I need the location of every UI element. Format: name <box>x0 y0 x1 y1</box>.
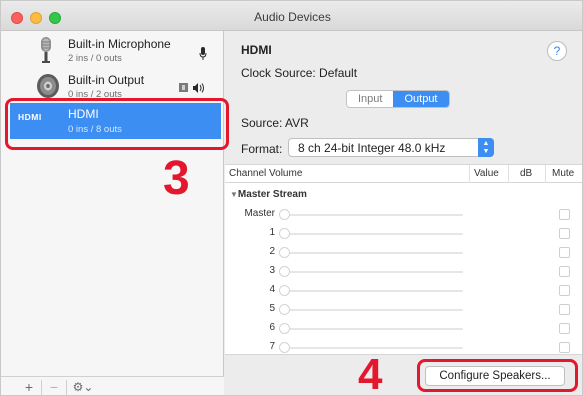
audio-devices-window: Audio Devices Built-in Microphone 2 ins … <box>0 0 583 396</box>
gear-menu-button[interactable]: ⚙︎⌄ <box>68 379 98 395</box>
device-detail-pane: HDMI ? Clock Source: Default Input Outpu… <box>225 31 582 395</box>
format-value: 8 ch 24-bit Integer 48.0 kHz <box>298 141 446 155</box>
column-value[interactable]: Value <box>474 168 499 179</box>
microphone-icon <box>41 37 51 63</box>
channel-label: 5 <box>269 303 275 314</box>
volume-slider-knob[interactable] <box>279 304 290 315</box>
channel-label: 1 <box>269 227 275 238</box>
speaker-icon <box>37 74 59 98</box>
toolbar-divider <box>66 380 67 395</box>
step-3-highlight <box>5 98 229 150</box>
table-header: Channel Volume Value dB Mute <box>225 165 582 183</box>
mute-checkbox[interactable] <box>559 285 570 296</box>
tab-input[interactable]: Input <box>347 91 394 107</box>
volume-slider-track[interactable] <box>285 233 463 235</box>
table-row: 7 <box>225 338 582 357</box>
mute-checkbox[interactable] <box>559 247 570 258</box>
step-4-highlight <box>417 359 578 392</box>
mute-checkbox[interactable] <box>559 342 570 353</box>
mute-checkbox[interactable] <box>559 209 570 220</box>
volume-slider-knob[interactable] <box>279 323 290 334</box>
add-device-button[interactable]: + <box>19 379 39 395</box>
volume-slider-track[interactable] <box>285 309 463 311</box>
column-divider <box>469 165 470 183</box>
step-3-label: 3 <box>163 152 190 205</box>
device-built-in-microphone[interactable]: Built-in Microphone 2 ins / 0 outs <box>1 33 224 67</box>
output-speaker-icon <box>179 83 204 93</box>
column-db[interactable]: dB <box>520 168 532 179</box>
chevron-up-down-icon: ▲ ▼ <box>478 138 494 157</box>
volume-slider-track[interactable] <box>285 252 463 254</box>
toolbar-divider <box>41 380 42 395</box>
channel-label: 4 <box>269 284 275 295</box>
volume-slider-knob[interactable] <box>279 342 290 353</box>
title-bar: Audio Devices <box>1 1 582 31</box>
device-list-toolbar: + − ⚙︎⌄ <box>1 376 224 395</box>
device-title: HDMI <box>241 43 272 57</box>
volume-slider-knob[interactable] <box>279 228 290 239</box>
tab-output[interactable]: Output <box>393 91 449 107</box>
channel-label: 6 <box>269 322 275 333</box>
volume-slider-track[interactable] <box>285 290 463 292</box>
column-channel-volume[interactable]: Channel Volume <box>229 168 302 179</box>
input-output-tabs: Input Output <box>346 90 450 108</box>
disclosure-triangle-icon[interactable]: ▼ <box>230 190 238 199</box>
format-label: Format: <box>241 142 283 156</box>
table-row: 1 <box>225 224 582 243</box>
clock-source: Clock Source: Default <box>241 66 358 80</box>
volume-slider-knob[interactable] <box>279 266 290 277</box>
volume-slider-knob[interactable] <box>279 285 290 296</box>
device-name: Built-in Microphone <box>68 37 171 51</box>
channel-label: 2 <box>269 246 275 257</box>
column-divider <box>508 165 509 183</box>
table-row: 4 <box>225 281 582 300</box>
column-divider <box>545 165 546 183</box>
format-select[interactable]: 8 ch 24-bit Integer 48.0 kHz ▲ ▼ <box>288 138 494 157</box>
mute-checkbox[interactable] <box>559 228 570 239</box>
volume-slider-knob[interactable] <box>279 209 290 220</box>
channel-label: 3 <box>269 265 275 276</box>
column-mute[interactable]: Mute <box>552 168 574 179</box>
volume-slider-track[interactable] <box>285 214 463 216</box>
volume-slider-knob[interactable] <box>279 247 290 258</box>
device-list: Built-in Microphone 2 ins / 0 outs Built… <box>1 31 224 395</box>
channel-volume-table: Channel Volume Value dB Mute ▼Master Str… <box>225 164 582 357</box>
window-title: Audio Devices <box>254 10 331 24</box>
table-row: 6 <box>225 319 582 338</box>
table-row: 5 <box>225 300 582 319</box>
device-io: 2 ins / 0 outs <box>68 53 122 64</box>
step-4-label: 4 <box>358 350 383 396</box>
volume-slider-track[interactable] <box>285 347 463 349</box>
table-row: 2 <box>225 243 582 262</box>
device-name: Built-in Output <box>68 73 145 87</box>
master-stream-group[interactable]: ▼Master Stream <box>230 189 307 200</box>
volume-slider-track[interactable] <box>285 271 463 273</box>
input-microphone-icon <box>199 47 207 60</box>
volume-slider-track[interactable] <box>285 328 463 330</box>
mute-checkbox[interactable] <box>559 304 570 315</box>
group-label: Master Stream <box>237 189 307 200</box>
source-label: Source: AVR <box>241 116 309 130</box>
channel-label: Master <box>244 208 275 219</box>
table-row: Master <box>225 205 582 224</box>
table-row: 3 <box>225 262 582 281</box>
channel-label: 7 <box>269 341 275 352</box>
mute-checkbox[interactable] <box>559 266 570 277</box>
mute-checkbox[interactable] <box>559 323 570 334</box>
remove-device-button[interactable]: − <box>44 379 64 395</box>
help-button[interactable]: ? <box>547 41 567 61</box>
